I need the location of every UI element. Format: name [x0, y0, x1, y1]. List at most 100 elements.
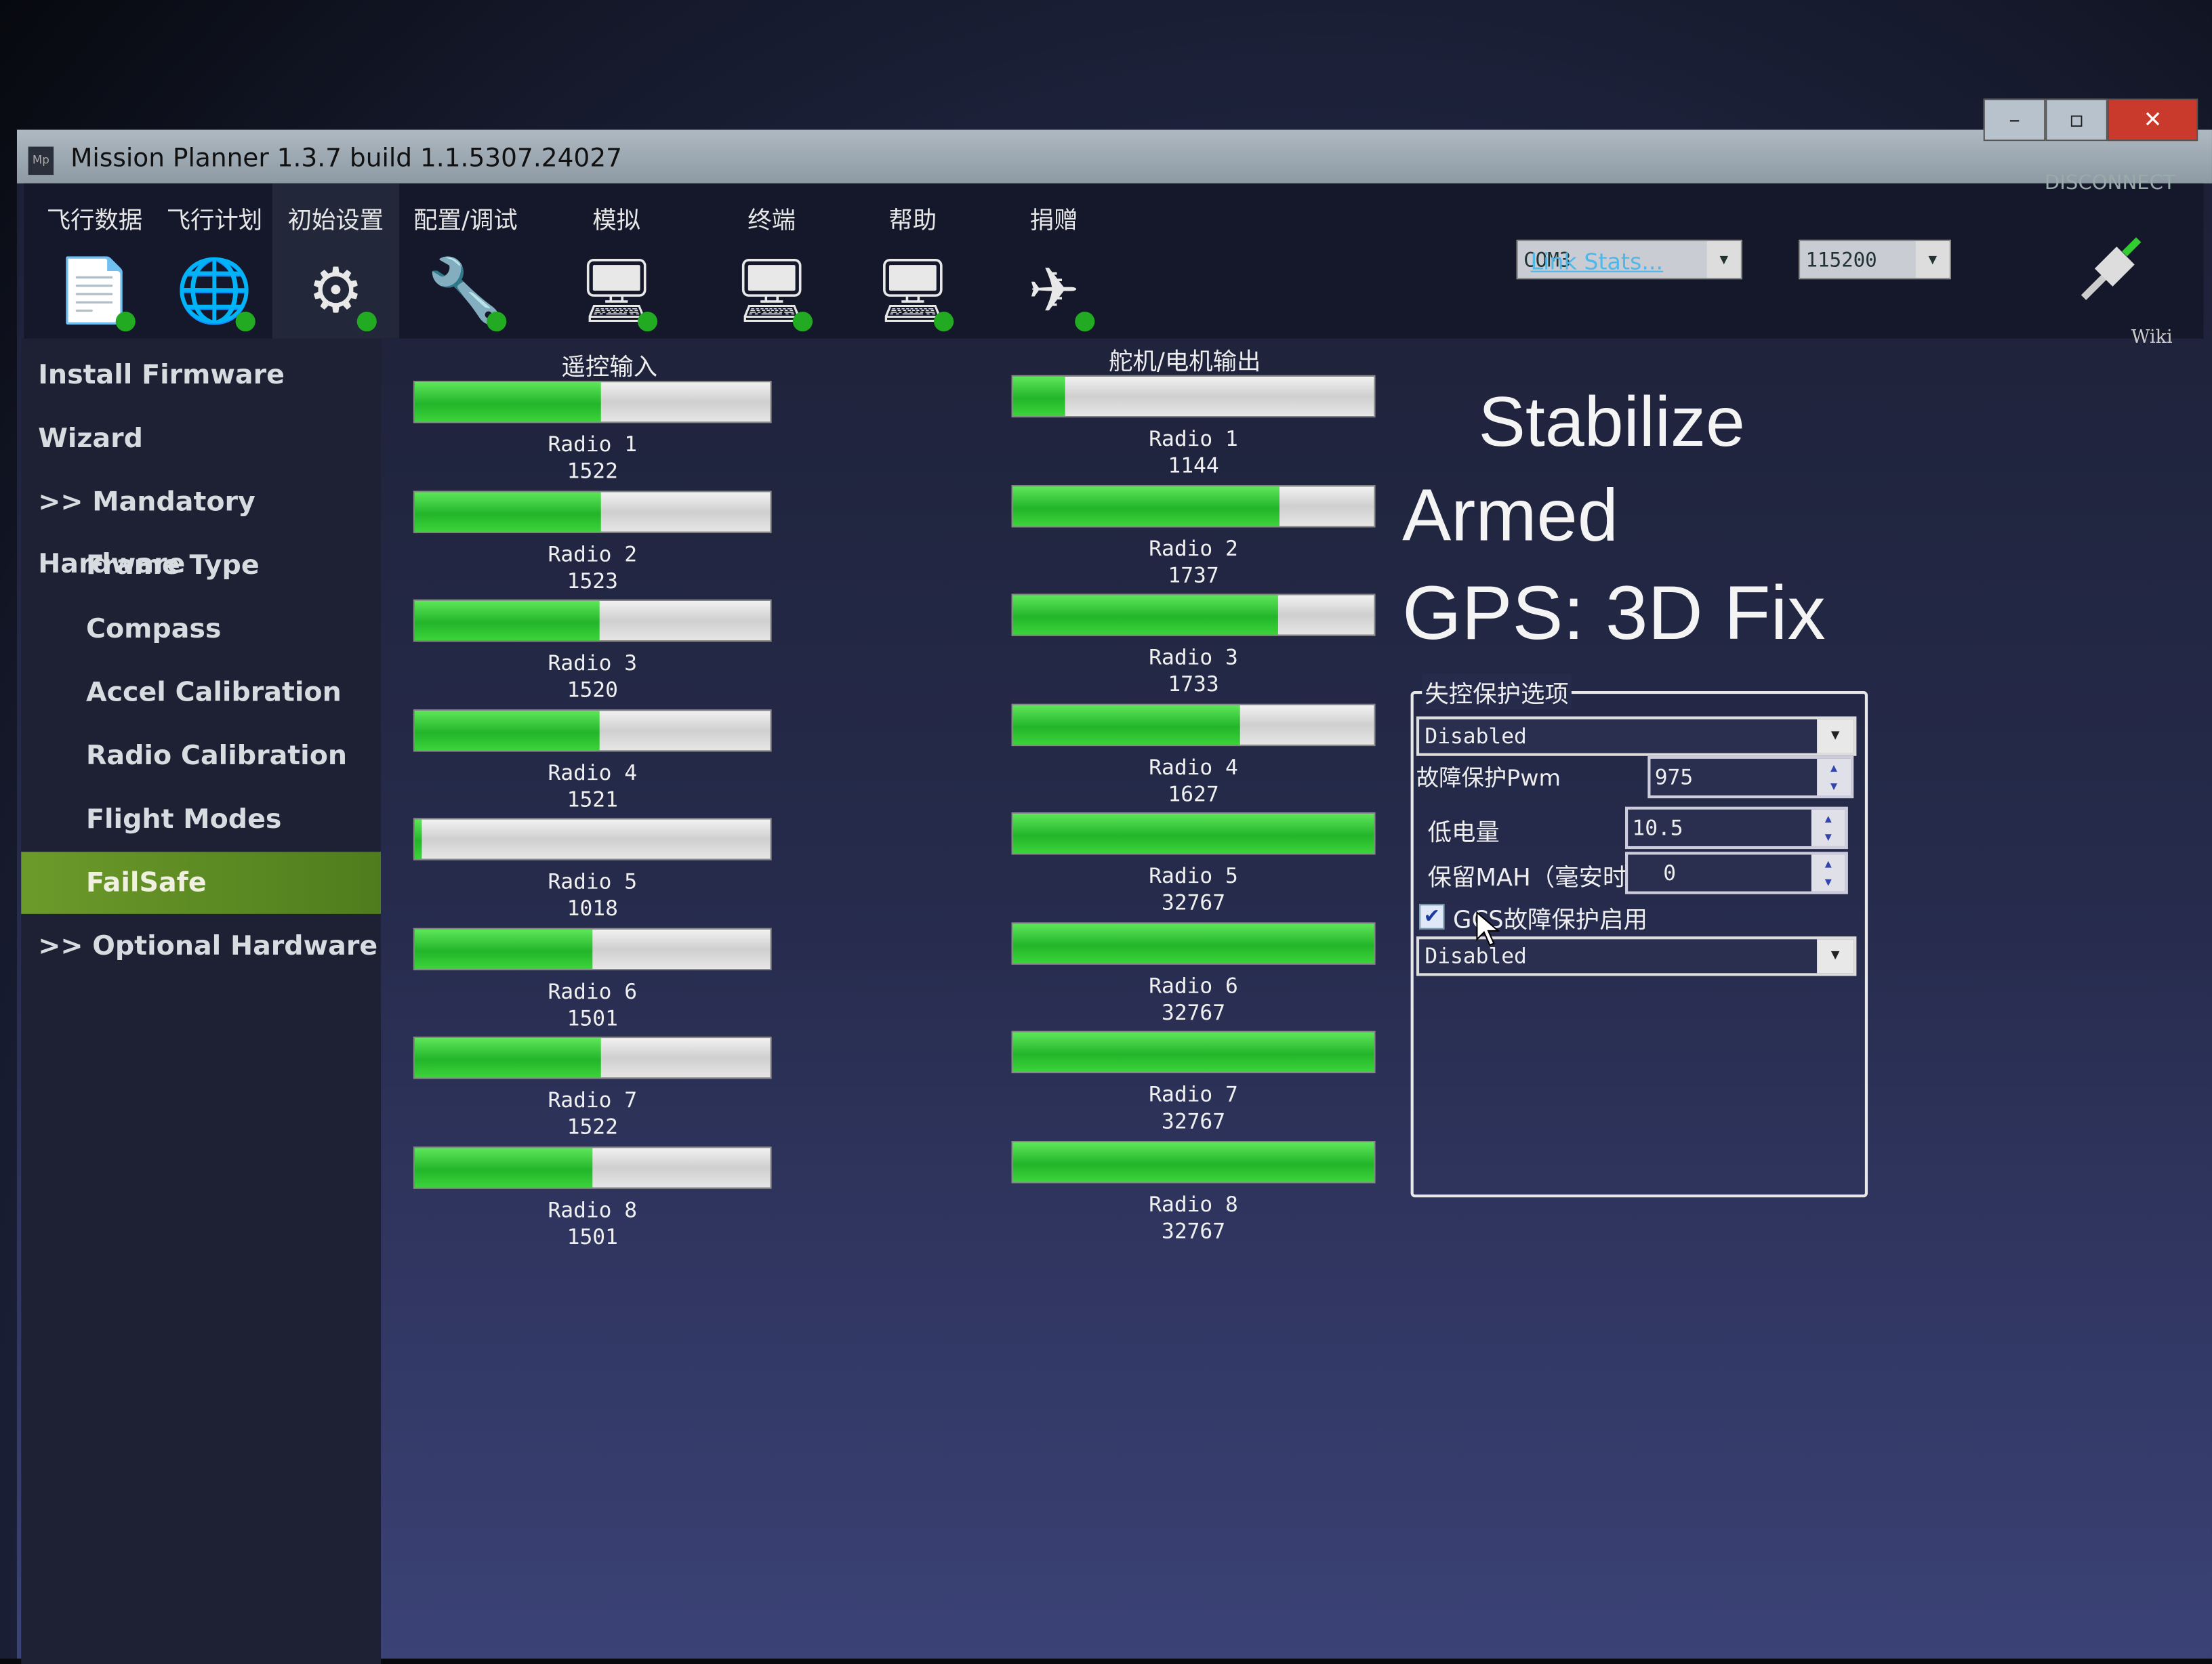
throttle-failsafe-select[interactable]: Disabled ▼ [1416, 716, 1857, 756]
radio_in-channel-label: Radio 5 1018 [416, 869, 769, 922]
servo_out-bar [1011, 812, 1376, 855]
sidebar-item-radio-calibration[interactable]: Radio Calibration [21, 725, 381, 787]
radio_in-bar [413, 599, 772, 642]
channel-value: 32767 [1162, 890, 1226, 915]
link-stats-link[interactable]: Link Stats... [1531, 248, 1664, 275]
title-bar: Mp Mission Planner 1.3.7 build 1.1.5307.… [16, 98, 2212, 184]
spinner-arrows-icon[interactable]: ▲ ▼ [1811, 809, 1845, 846]
channel-value: 1018 [567, 895, 618, 921]
wiki-link[interactable]: Wiki [2131, 327, 2173, 348]
reserved-mah-input[interactable]: 0 ▲ ▼ [1625, 852, 1848, 894]
channel-name: Radio 8 [548, 1197, 638, 1222]
disconnect-label[interactable]: DISCONNECT [2045, 172, 2175, 194]
sidebar-item-optional-hardware[interactable]: >> Optional Hardware [21, 915, 381, 978]
menu-item-simulation[interactable]: 模拟 🖥 [553, 201, 680, 332]
menu-item-label: 帮助 [888, 207, 937, 236]
sidebar-item-label: Flight Modes [85, 804, 282, 835]
menu-item-initial-setup[interactable]: 初始设置 ⚙ [272, 183, 400, 339]
sidebar-item-accel-calibration[interactable]: Accel Calibration [21, 661, 381, 724]
sidebar-item-mandatory-hardware[interactable]: >> Mandatory Hardware [21, 471, 381, 579]
channel-name: Radio 4 [1149, 753, 1238, 780]
failsafe-pwm-input[interactable]: 975 ▲ ▼ [1647, 755, 1854, 799]
sidebar-item-wizard[interactable]: Wizard [21, 408, 381, 470]
servo_out-channel-label: Radio 2 1737 [1017, 535, 1370, 589]
radio_in-bar-fill [414, 600, 600, 641]
channel-value: 1523 [567, 567, 618, 594]
radio-input-title: 遥控输入 [561, 354, 658, 383]
sidebar-item-label: >> Optional Hardware [38, 930, 378, 962]
servo_out-bar-fill [1012, 1142, 1374, 1182]
sidebar-item-label: Frame Type [85, 549, 260, 581]
channel-name: Radio 1 [548, 431, 638, 457]
gcs-failsafe-checkbox[interactable]: ✔ [1419, 904, 1445, 930]
servo_out-bar-fill [1012, 595, 1278, 635]
maximize-button[interactable]: ▫ [2045, 98, 2108, 142]
menu-item-donate[interactable]: 捐赠 ✈ [990, 201, 1117, 332]
mouse-cursor-icon [1476, 911, 1500, 946]
sidebar-item-install-firmware[interactable]: Install Firmware [21, 344, 381, 407]
terminal-icon: 🖥 [728, 253, 815, 332]
channel-name: Radio 2 [548, 541, 638, 566]
sidebar-item-frame-type[interactable]: Frame Type [21, 535, 381, 597]
menu-item-flight-plan[interactable]: 飞行计划 🌐 [151, 201, 278, 332]
sidebar-item-label: Wizard [38, 423, 143, 455]
radio_in-bar [413, 490, 772, 533]
servo_out-channel-label: Radio 6 32767 [1017, 972, 1370, 1026]
low-battery-value: 10.5 [1632, 815, 1683, 841]
radio_in-bar [413, 381, 772, 423]
sidebar-item-failsafe[interactable]: FailSafe [21, 852, 382, 914]
failsafe-pwm-value: 975 [1654, 764, 1694, 790]
sidebar-item-compass[interactable]: Compass [21, 598, 381, 661]
channel-name: Radio 5 [548, 869, 638, 894]
servo_out-bar-fill [1012, 376, 1065, 417]
chevron-down-icon: ▼ [1817, 719, 1854, 753]
low-battery-input[interactable]: 10.5 ▲ ▼ [1625, 806, 1848, 850]
main-menu: COM3 ▼ 115200 ▼ Link Stats... DISCONNECT 飞… [24, 172, 2204, 339]
low-battery-label: 低电量 [1427, 819, 1500, 848]
window-title: Mission Planner 1.3.7 build 1.1.5307.240… [70, 144, 622, 174]
channel-value: 1144 [1168, 453, 1219, 478]
chevron-down-icon: ▼ [1915, 241, 1950, 278]
channel-value: 1501 [567, 1223, 618, 1249]
menu-item-terminal[interactable]: 终端 🖥 [708, 201, 835, 332]
radio_in-bar [413, 1146, 772, 1188]
channel-value: 1627 [1168, 781, 1219, 806]
radio_in-bar [413, 818, 772, 860]
sidebar-item-label: Radio Calibration [85, 740, 348, 772]
failsafe-pwm-label: 故障保护Pwm [1416, 764, 1561, 791]
sidebar-item-flight-modes[interactable]: Flight Modes [21, 789, 381, 851]
spinner-arrows-icon[interactable]: ▲ ▼ [1811, 854, 1845, 892]
radio_in-bar-fill [414, 928, 593, 969]
radio_in-channel-label: Radio 2 1523 [416, 541, 769, 594]
menu-item-config-tuning[interactable]: 配置/调试 🔧 [402, 201, 529, 332]
channel-name: Radio 1 [1149, 425, 1238, 452]
flight-plan-icon: 🌐 [171, 253, 258, 332]
menu-item-flight-data[interactable]: 飞行数据 📄 [31, 201, 158, 332]
channel-value: 1522 [567, 458, 618, 484]
menu-item-label: 终端 [747, 207, 796, 236]
channel-value: 1733 [1168, 671, 1219, 697]
radio_in-channel-label: Radio 8 1501 [416, 1197, 769, 1250]
close-button[interactable]: ✕ [2107, 98, 2198, 142]
minimize-button[interactable]: – [1983, 98, 2046, 142]
servo_out-channel-label: Radio 1 1144 [1017, 426, 1370, 480]
servo_out-channel-label: Radio 5 32767 [1017, 863, 1370, 917]
baud-rate-value: 115200 [1805, 249, 1877, 272]
radio_in-bar-fill [414, 1038, 600, 1078]
baud-rate-select[interactable]: 115200 ▼ [1799, 239, 1951, 280]
gps-status-label: GPS: 3D Fix [1402, 571, 1826, 656]
flight-data-icon: 📄 [51, 253, 138, 332]
radio_in-channel-label: Radio 7 1522 [416, 1087, 769, 1141]
servo_out-bar [1011, 594, 1376, 636]
menu-item-help[interactable]: 帮助 🖥 [849, 201, 976, 332]
menu-item-label: 飞行计划 [166, 207, 263, 236]
radio_in-bar [413, 709, 772, 751]
channel-name: Radio 4 [548, 759, 638, 785]
servo_out-channel-label: Radio 4 1627 [1017, 754, 1370, 808]
radio_in-bar-fill [414, 382, 600, 422]
disconnect-plug-icon[interactable] [2076, 234, 2147, 305]
flight-mode-label: Stabilize [1478, 382, 1745, 461]
radio_in-bar-fill [414, 491, 601, 531]
spinner-arrows-icon[interactable]: ▲ ▼ [1817, 758, 1851, 796]
servo_out-bar [1011, 703, 1376, 746]
